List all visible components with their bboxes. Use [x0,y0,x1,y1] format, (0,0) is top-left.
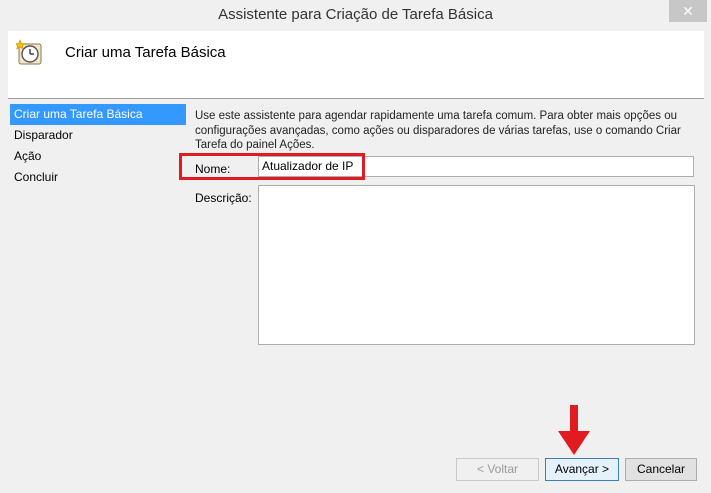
description-textarea[interactable] [258,185,695,345]
description-label: Descrição: [195,191,252,205]
close-button[interactable]: ✕ [669,0,707,22]
back-button[interactable]: < Voltar [456,458,539,481]
wizard-steps-nav: Criar uma Tarefa Básica Disparador Ação … [10,104,186,188]
step-item-acao[interactable]: Ação [10,146,186,167]
title-bar: Assistente para Criação de Tarefa Básica… [0,0,711,31]
header-divider [8,98,704,99]
step-item-disparador[interactable]: Disparador [10,125,186,146]
intro-text: Use este assistente para agendar rapidam… [195,110,681,151]
wizard-header: Criar uma Tarefa Básica [8,31,704,98]
red-down-arrow-icon [558,405,590,455]
step-item-criar-tarefa[interactable]: Criar uma Tarefa Básica [10,104,186,125]
page-title: Criar uma Tarefa Básica [65,44,226,61]
scheduled-task-clock-icon [16,39,42,65]
next-button[interactable]: Avançar > [545,458,619,481]
step-item-concluir[interactable]: Concluir [10,167,186,188]
cancel-button[interactable]: Cancelar [625,458,697,481]
window-title: Assistente para Criação de Tarefa Básica [218,6,493,23]
annotation-highlight-box [179,153,365,180]
